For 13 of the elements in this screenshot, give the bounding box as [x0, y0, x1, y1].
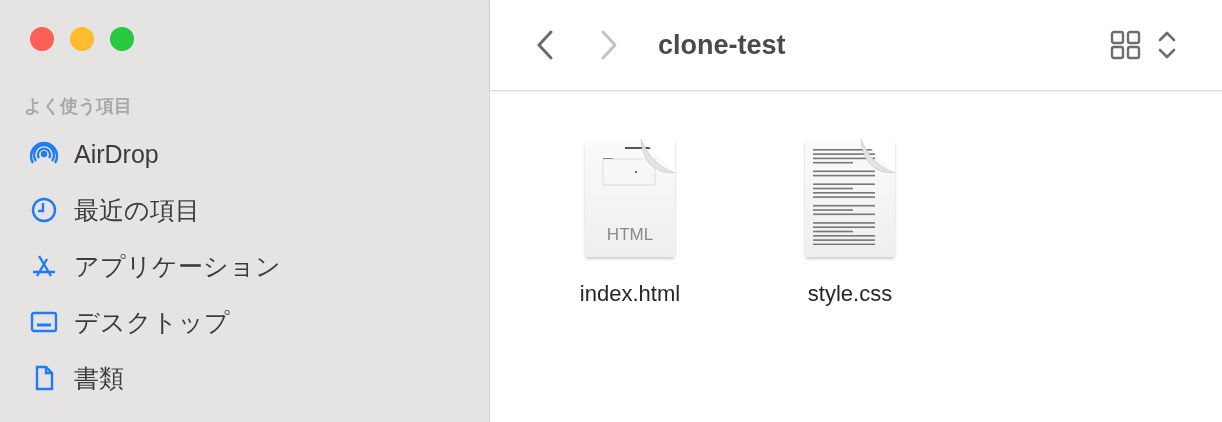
clock-icon: [30, 196, 58, 224]
sidebar-item[interactable]: アプリケーション: [30, 238, 489, 294]
file-name: style.css: [807, 281, 893, 307]
sidebar-item[interactable]: デスクトップ: [30, 294, 489, 350]
sidebar-item[interactable]: 最近の項目: [30, 182, 489, 238]
text-file-icon[interactable]: [805, 139, 895, 257]
close-button[interactable]: [30, 27, 54, 51]
sidebar-item[interactable]: AirDrop: [30, 126, 489, 182]
grid-view-icon[interactable]: [1110, 30, 1142, 60]
file-name: index.html: [579, 281, 681, 307]
sidebar-item[interactable]: 書類: [30, 350, 489, 406]
sidebar-section-title: よく使う項目: [24, 95, 133, 118]
window-title: clone-test: [658, 29, 786, 61]
